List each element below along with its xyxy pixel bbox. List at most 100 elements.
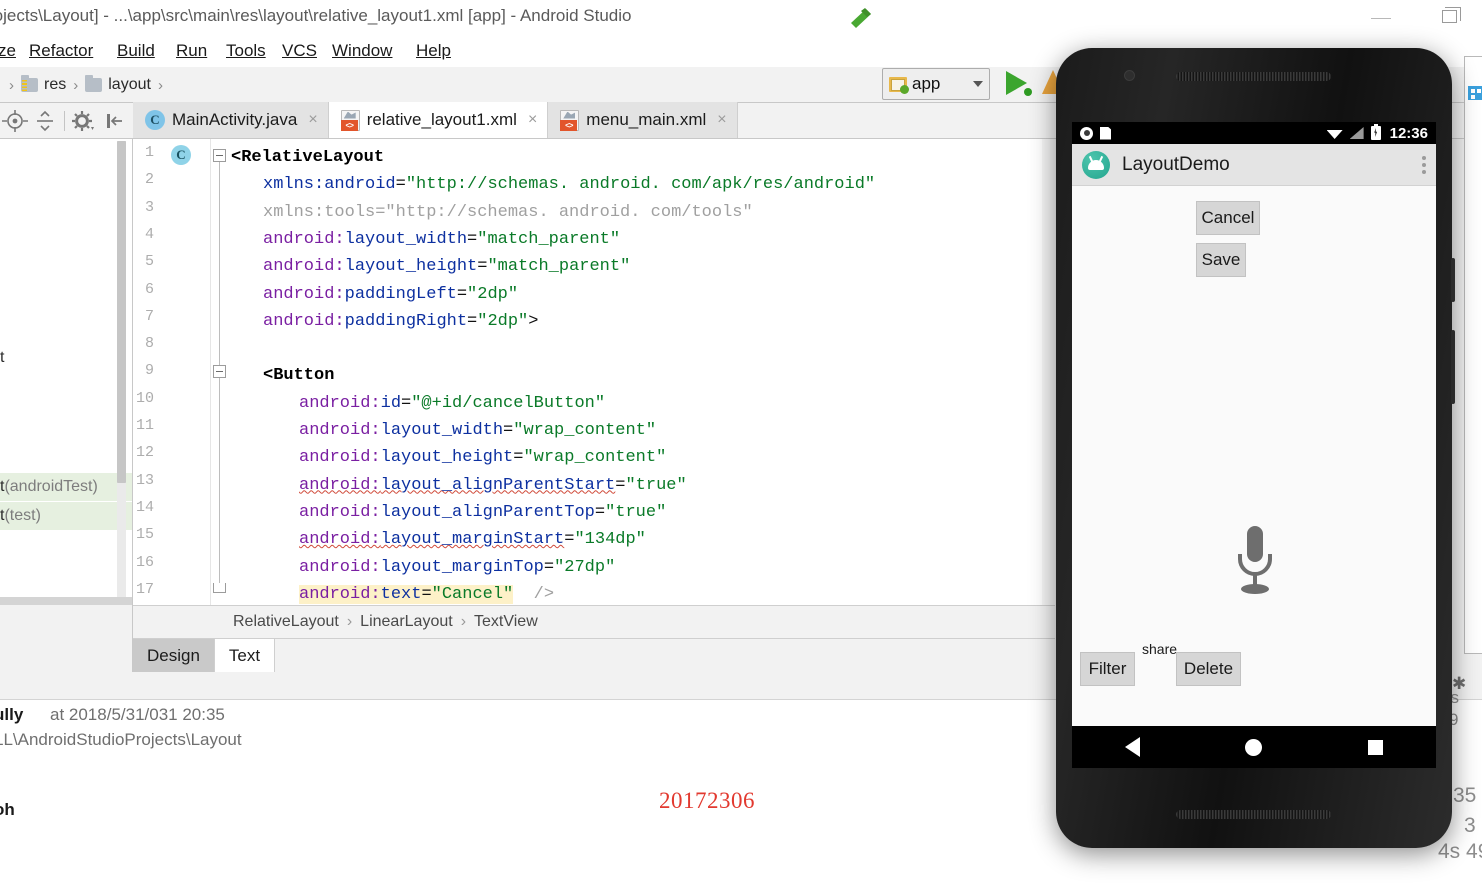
breadcrumb-separator: › — [157, 76, 163, 94]
menu-item-help[interactable]: Help — [412, 39, 455, 63]
code-line[interactable]: android:layout_width="wrap_content" — [299, 417, 656, 444]
code-line[interactable]: android:id="@+id/cancelButton" — [299, 390, 605, 417]
editor-tool-strip — [0, 103, 133, 139]
fold-marker-button[interactable] — [213, 365, 226, 378]
fold-marker-end[interactable] — [213, 583, 226, 593]
component-path-textview[interactable]: TextView — [474, 613, 538, 631]
line-number: 2 — [144, 171, 154, 189]
menu-item-label: Help — [416, 41, 451, 60]
menu-item-run[interactable]: Run — [172, 39, 211, 63]
status-time: 12:36 — [1389, 124, 1428, 142]
line-number: 17 — [135, 580, 154, 598]
locate-icon[interactable] — [0, 108, 30, 134]
window-titlebar: rojects\Layout] - ...\app\src\main\res\l… — [0, 0, 1482, 35]
nav-back-icon[interactable] — [1124, 737, 1140, 757]
run-configuration-selector[interactable]: app — [882, 68, 990, 100]
tab-label: Text — [228, 645, 261, 665]
build-hammer-icon[interactable] — [846, 7, 872, 29]
line-number: 15 — [135, 526, 154, 544]
code-line[interactable]: android:layout_alignParentStart="true" — [299, 472, 687, 499]
grid-blue-icon[interactable] — [1468, 86, 1482, 100]
tab-design[interactable]: Design — [133, 639, 215, 672]
fold-marker-relativelayout[interactable] — [213, 149, 226, 162]
overflow-menu-icon[interactable] — [1422, 155, 1426, 174]
save-button[interactable]: Save — [1196, 243, 1246, 277]
menu-item-label: Run — [176, 41, 208, 60]
android-app-logo-icon — [1082, 150, 1110, 179]
restore-button[interactable] — [1428, 0, 1474, 35]
folder-icon — [21, 75, 38, 92]
code-line[interactable]: android:text="Cancel" /> — [299, 581, 554, 605]
tab-close-icon[interactable]: × — [528, 111, 537, 129]
component-breadcrumb: RelativeLayout › LinearLayout › TextView — [133, 605, 1055, 638]
code-line[interactable]: <RelativeLayout — [231, 144, 384, 171]
menu-item-refactor[interactable]: Refactor — [25, 39, 97, 63]
sdcard-icon — [1100, 126, 1111, 140]
sidebar-item[interactable]: t — [0, 344, 132, 372]
app-action-bar: LayoutDemo — [1072, 144, 1436, 186]
editor-scrollbar[interactable] — [1042, 139, 1055, 605]
tab-text[interactable]: Text — [214, 639, 276, 672]
code-line[interactable]: android:layout_marginStart="134dp" — [299, 526, 646, 553]
breadcrumb-item-res[interactable]: res — [21, 75, 66, 94]
sidebar-item-test[interactable]: t (test) — [0, 502, 132, 530]
java-class-marker-icon: C — [171, 145, 191, 165]
code-line[interactable]: android:layout_marginTop="27dp" — [299, 554, 615, 581]
nav-recents-icon[interactable] — [1368, 739, 1384, 755]
editor-gutter[interactable]: C 1 2 3 4 5 6 7 8 9 10 11 12 13 14 15 16 17 — [133, 139, 211, 605]
tab-close-icon[interactable]: × — [308, 111, 317, 129]
sidebar-selected-row[interactable] — [0, 597, 132, 605]
battery-icon — [1370, 124, 1381, 140]
code-line[interactable]: android:layout_height="wrap_content" — [299, 444, 666, 471]
nav-home-icon[interactable] — [1245, 738, 1263, 756]
component-path-linearlayout[interactable]: LinearLayout — [360, 613, 453, 631]
cancel-button[interactable]: Cancel — [1196, 201, 1260, 235]
code-line[interactable]: <Button — [263, 362, 334, 389]
line-number: 7 — [144, 307, 154, 325]
code-line[interactable]: xmlns:tools="http://schemas. android. co… — [263, 199, 753, 226]
tab-mainactivity-java[interactable]: C MainActivity.java × — [133, 102, 329, 138]
breadcrumb-item-layout[interactable]: layout — [85, 75, 151, 94]
xml-layout-icon — [340, 109, 360, 131]
sidebar-item-androidtest[interactable]: t (androidTest) — [0, 473, 132, 501]
code-line[interactable]: xmlns:android="http://schemas. android. … — [263, 171, 875, 198]
earpiece-speaker — [1176, 72, 1331, 81]
code-line[interactable]: android:layout_alignParentTop="true" — [299, 499, 666, 526]
menu-item-label: ze — [0, 41, 16, 60]
delete-button[interactable]: Delete — [1176, 652, 1241, 686]
component-path-relativelayout[interactable]: RelativeLayout — [233, 613, 339, 631]
tab-close-icon[interactable]: × — [717, 111, 726, 129]
power-button[interactable] — [1451, 258, 1455, 302]
tabbar-filler — [275, 639, 1055, 672]
line-number: 14 — [135, 498, 154, 516]
menu-item-analyze[interactable]: ze — [0, 39, 20, 63]
code-line[interactable]: android:layout_height="match_parent" — [263, 253, 630, 280]
code-line[interactable]: android:paddingLeft="2dp" — [263, 281, 518, 308]
collapse-all-icon[interactable] — [30, 108, 60, 134]
build-path-text: LL\AndroidStudioProjects\Layout — [0, 730, 242, 749]
logo-antenna-right — [1098, 155, 1104, 162]
code-line[interactable]: android:paddingRight="2dp"> — [263, 308, 538, 335]
menu-item-tools[interactable]: Tools — [222, 39, 270, 63]
menu-item-window[interactable]: Window — [328, 39, 396, 63]
volume-button[interactable] — [1451, 330, 1455, 404]
code-editor[interactable]: C 1 2 3 4 5 6 7 8 9 10 11 12 13 14 15 16 17 <RelativeLay… — [133, 139, 1055, 605]
tab-label: MainActivity.java — [172, 110, 298, 129]
java-class-icon: C — [145, 110, 165, 130]
sidebar-scrollbar-thumb[interactable] — [117, 141, 126, 483]
minimize-button[interactable] — [1358, 0, 1404, 35]
menu-item-vcs[interactable]: VCS — [278, 39, 321, 63]
line-number: 6 — [144, 280, 154, 298]
folder-icon — [85, 75, 103, 92]
hide-panel-icon[interactable] — [99, 108, 129, 134]
menu-item-build[interactable]: Build — [113, 39, 159, 63]
build-status-text: ully — [0, 705, 24, 724]
line-number: 10 — [135, 389, 154, 407]
tab-relative-layout1-xml[interactable]: relative_layout1.xml × — [328, 102, 549, 138]
filter-button[interactable]: Filter — [1080, 652, 1135, 686]
tab-menu-main-xml[interactable]: menu_main.xml × — [548, 102, 738, 138]
settings-gear-icon[interactable] — [69, 108, 99, 134]
code-line[interactable]: android:layout_width="match_parent" — [263, 226, 620, 253]
fold-line — [219, 378, 220, 583]
line-number: 12 — [135, 444, 154, 462]
